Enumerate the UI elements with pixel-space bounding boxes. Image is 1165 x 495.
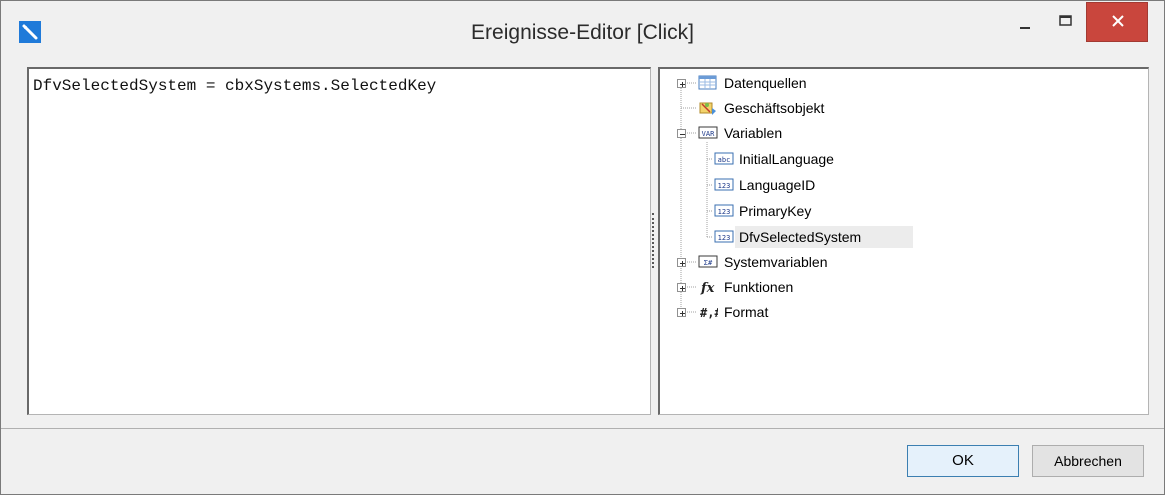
window-title: Ereignisse-Editor [Click] [471,21,694,44]
tree-node-funktionen[interactable]: fx Funktionen [698,276,898,298]
tree-node-label: Systemvariablen [724,254,828,270]
tree-node-label: DfvSelectedSystem [739,229,862,245]
business-object-icon [698,100,718,118]
ok-button[interactable]: OK [907,445,1019,477]
tree-node-variablen[interactable]: VAR Variablen [698,122,898,144]
tree-node-systemvariablen[interactable]: Σ# Systemvariablen [698,251,898,273]
function-icon: fx [698,279,718,295]
splitter-handle[interactable] [652,213,657,268]
cancel-button[interactable]: Abbrechen [1032,445,1144,477]
tree-node-label: InitialLanguage [739,151,834,167]
tree-node-format[interactable]: #,# Format [698,301,898,323]
tree-node-label: PrimaryKey [739,203,812,219]
minimize-button[interactable] [1004,2,1048,42]
tree-node-geschaeftsobjekt[interactable]: Geschäftsobjekt [698,97,898,119]
expand-funktionen-button[interactable] [677,283,686,292]
number-variable-icon: 123 [714,203,734,219]
string-variable-icon: abc [714,151,734,167]
code-line: DfvSelectedSystem = cbxSystems.SelectedK… [33,77,437,95]
svg-text:abc: abc [718,156,731,164]
collapse-variablen-button[interactable] [677,129,686,138]
tree-node-label: Variablen [724,125,783,141]
tree-node-label: Geschäftsobjekt [724,100,825,116]
expand-systemvariablen-button[interactable] [677,258,686,267]
svg-text:123: 123 [718,208,731,216]
tree-node-primarykey[interactable]: 123 PrimaryKey [714,200,934,222]
svg-text:fx: fx [700,281,715,295]
close-button[interactable] [1086,2,1148,42]
code-editor[interactable]: DfvSelectedSystem = cbxSystems.SelectedK… [27,67,651,415]
table-icon [698,75,718,91]
number-variable-icon: 123 [714,177,734,193]
footer-separator [1,428,1164,429]
tree-node-datenquellen[interactable]: Datenquellen [698,72,898,94]
maximize-button[interactable] [1050,2,1080,42]
tree-node-label: Format [724,304,769,320]
tree-node-label: LanguageID [739,177,816,193]
tree-node-label: Funktionen [724,279,794,295]
dialog-window: Ereignisse-Editor [Click] DfvSelectedSys… [0,0,1165,495]
system-variables-icon: Σ# [698,254,718,270]
expand-format-button[interactable] [677,308,686,317]
number-variable-icon: 123 [714,229,734,245]
svg-text:#,#: #,# [700,306,718,320]
svg-text:123: 123 [718,234,731,242]
svg-text:VAR: VAR [702,130,715,138]
object-tree[interactable]: Datenquellen Geschäftsobjekt VAR Variabl… [658,67,1149,415]
title-bar[interactable]: Ereignisse-Editor [Click] [1,1,1164,65]
svg-text:Σ#: Σ# [704,259,713,267]
svg-text:123: 123 [718,182,731,190]
tree-node-dfvselectedsystem[interactable]: 123 DfvSelectedSystem [714,226,934,248]
format-icon: #,# [698,304,718,320]
tree-node-languageid[interactable]: 123 LanguageID [714,174,934,196]
expand-datenquellen-button[interactable] [677,79,686,88]
tree-node-label: Datenquellen [724,75,807,91]
variables-icon: VAR [698,125,718,141]
tree-node-initiallanguage[interactable]: abc InitialLanguage [714,148,934,170]
